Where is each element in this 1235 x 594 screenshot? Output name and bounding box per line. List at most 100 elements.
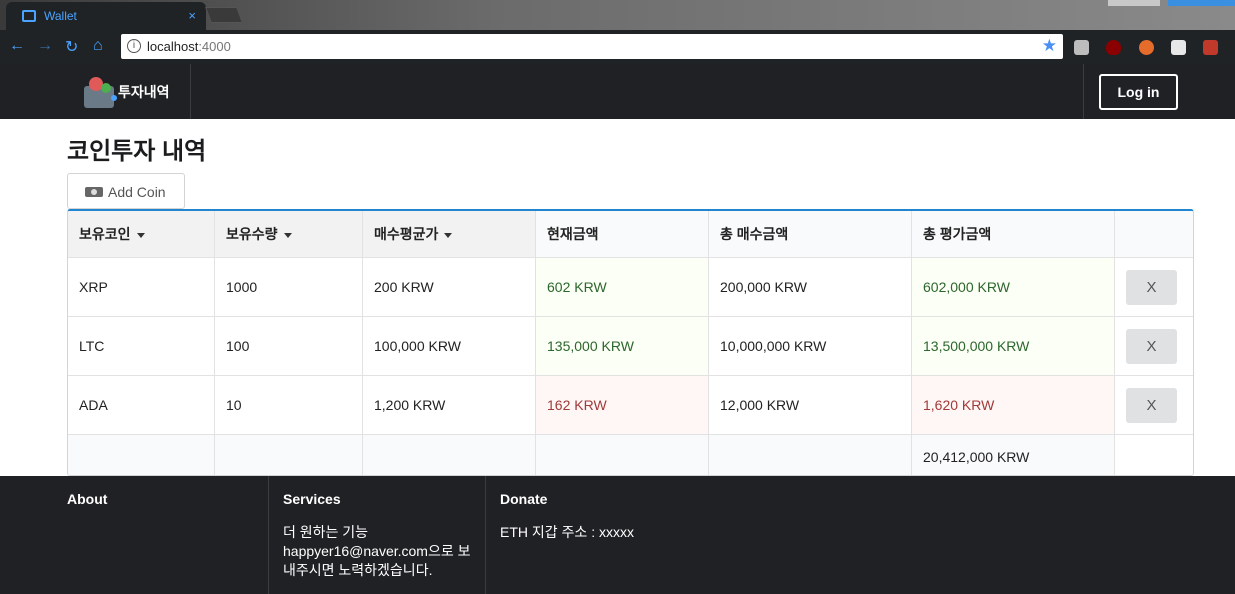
add-coin-label: Add Coin bbox=[108, 184, 166, 200]
cell-qty: 10 bbox=[215, 376, 363, 434]
totals-empty-cell bbox=[215, 435, 363, 475]
table-row: XRP 1000 200 KRW 602 KRW 200,000 KRW 602… bbox=[68, 257, 1193, 316]
coin-total-buy: 12,000 KRW bbox=[720, 397, 800, 413]
delete-row-button[interactable]: X bbox=[1126, 329, 1177, 364]
extension-icon-4[interactable] bbox=[1171, 40, 1186, 55]
bookmark-star-icon[interactable]: ★ bbox=[1042, 36, 1057, 56]
header-total-buy-label: 총 매수금액 bbox=[720, 226, 789, 242]
coin-total-buy: 200,000 KRW bbox=[720, 279, 807, 295]
sort-caret-icon bbox=[283, 232, 292, 238]
page-title: 코인투자 내역 bbox=[67, 138, 207, 165]
wallet-icon bbox=[22, 10, 36, 22]
header-total-eval[interactable]: 총 평가금액 bbox=[912, 211, 1115, 257]
cell-total-eval: 1,620 KRW bbox=[912, 376, 1115, 434]
brand-link[interactable]: 투자내역 bbox=[84, 76, 190, 108]
services-line: 내주시면 노력하겠습니다. bbox=[283, 562, 433, 578]
nav-divider bbox=[1083, 64, 1084, 119]
coin-total-eval: 602,000 KRW bbox=[923, 279, 1010, 295]
cell-current: 135,000 KRW bbox=[536, 317, 709, 375]
footer-services-title: Services bbox=[283, 491, 341, 507]
header-current-label: 현재금액 bbox=[547, 226, 599, 242]
cell-coin: LTC bbox=[68, 317, 215, 375]
close-window-button[interactable] bbox=[1168, 0, 1235, 6]
extension-icon-5[interactable] bbox=[1203, 40, 1218, 55]
minimize-button[interactable] bbox=[1108, 0, 1160, 6]
url-port: :4000 bbox=[198, 39, 231, 54]
coin-current-price: 135,000 KRW bbox=[547, 338, 634, 354]
coin-qty: 1000 bbox=[226, 279, 258, 295]
forward-arrow-icon[interactable]: → bbox=[37, 37, 53, 55]
header-qty[interactable]: 보유수량 bbox=[215, 211, 363, 257]
money-icon bbox=[85, 187, 103, 197]
coin-name: LTC bbox=[79, 338, 105, 354]
footer-donate-title: Donate bbox=[500, 491, 548, 507]
coin-current-price: 602 KRW bbox=[547, 279, 607, 295]
totals-empty-cell bbox=[709, 435, 912, 475]
cell-total-buy: 200,000 KRW bbox=[709, 258, 912, 316]
coin-avg-price: 200 KRW bbox=[374, 279, 434, 295]
coin-qty: 100 bbox=[226, 338, 250, 354]
footer-donate-text: ETH 지갑 주소 : xxxxx bbox=[500, 524, 634, 540]
footer-services-text: 더 원하는 기능 happyer16@naver.com으로 보 내주시면 노력… bbox=[283, 523, 471, 580]
header-total-eval-label: 총 평가금액 bbox=[923, 226, 992, 242]
header-coin-label: 보유코인 bbox=[79, 226, 131, 242]
coin-total-eval: 13,500,000 KRW bbox=[923, 338, 1030, 354]
cell-total-eval: 602,000 KRW bbox=[912, 258, 1115, 316]
header-current[interactable]: 현재금액 bbox=[536, 211, 709, 257]
cell-actions: X bbox=[1115, 258, 1193, 316]
delete-row-button[interactable]: X bbox=[1126, 388, 1177, 423]
holdings-table: 보유코인 보유수량 매수평균가 현재금액 총 매수금액 총 평가금액 XRP 1… bbox=[67, 209, 1194, 476]
header-avg-label: 매수평균가 bbox=[374, 226, 439, 242]
ublock-icon[interactable] bbox=[1106, 40, 1121, 55]
info-icon[interactable]: i bbox=[127, 39, 141, 53]
browser-tab[interactable]: Wallet × bbox=[6, 2, 206, 30]
footer-about-title: About bbox=[67, 491, 108, 507]
cell-current: 602 KRW bbox=[536, 258, 709, 316]
app-navbar: 투자내역 Log in bbox=[0, 64, 1235, 119]
cell-total-buy: 12,000 KRW bbox=[709, 376, 912, 434]
cell-avg: 200 KRW bbox=[363, 258, 536, 316]
extension-icon-3[interactable] bbox=[1139, 40, 1154, 55]
header-total-buy[interactable]: 총 매수금액 bbox=[709, 211, 912, 257]
cell-coin: XRP bbox=[68, 258, 215, 316]
cell-coin: ADA bbox=[68, 376, 215, 434]
tab-title: Wallet bbox=[44, 9, 77, 23]
totals-eval-sum-cell: 20,412,000 KRW bbox=[912, 435, 1115, 475]
url-host: localhost bbox=[147, 39, 199, 54]
cell-actions: X bbox=[1115, 317, 1193, 375]
table-totals-row: 20,412,000 KRW bbox=[68, 434, 1193, 475]
services-line: happyer16@naver.com으로 보 bbox=[283, 543, 471, 559]
footer-divider bbox=[268, 476, 269, 594]
table-row: ADA 10 1,200 KRW 162 KRW 12,000 KRW 1,62… bbox=[68, 375, 1193, 434]
url-text: localhost:4000 bbox=[147, 39, 231, 54]
total-eval-sum: 20,412,000 KRW bbox=[923, 448, 1030, 465]
cell-qty: 100 bbox=[215, 317, 363, 375]
new-tab-button[interactable] bbox=[205, 7, 243, 23]
header-actions bbox=[1115, 211, 1193, 257]
cell-total-eval: 13,500,000 KRW bbox=[912, 317, 1115, 375]
extension-icon-1[interactable] bbox=[1074, 40, 1089, 55]
cell-avg: 100,000 KRW bbox=[363, 317, 536, 375]
footer-divider bbox=[485, 476, 486, 594]
coin-avg-price: 1,200 KRW bbox=[374, 397, 446, 413]
cell-total-buy: 10,000,000 KRW bbox=[709, 317, 912, 375]
table-row: LTC 100 100,000 KRW 135,000 KRW 10,000,0… bbox=[68, 316, 1193, 375]
delete-row-button[interactable]: X bbox=[1126, 270, 1177, 305]
nav-divider bbox=[190, 64, 191, 119]
coin-qty: 10 bbox=[226, 397, 242, 413]
coin-total-buy: 10,000,000 KRW bbox=[720, 338, 827, 354]
header-avg[interactable]: 매수평균가 bbox=[363, 211, 536, 257]
back-arrow-icon[interactable]: ← bbox=[9, 37, 25, 55]
browser-toolbar: ← → ↻ ⌂ i localhost:4000 ★ bbox=[0, 30, 1235, 64]
url-field[interactable]: i localhost:4000 ★ bbox=[121, 34, 1063, 59]
header-qty-label: 보유수량 bbox=[226, 226, 278, 242]
add-coin-button[interactable]: Add Coin bbox=[67, 173, 185, 209]
header-coin[interactable]: 보유코인 bbox=[68, 211, 215, 257]
reload-icon[interactable]: ↻ bbox=[65, 37, 78, 57]
tab-close-icon[interactable]: × bbox=[188, 8, 196, 23]
login-button[interactable]: Log in bbox=[1099, 74, 1178, 110]
services-line: 더 원하는 기능 bbox=[283, 524, 369, 540]
home-icon[interactable]: ⌂ bbox=[93, 37, 103, 55]
table-header: 보유코인 보유수량 매수평균가 현재금액 총 매수금액 총 평가금액 bbox=[68, 211, 1193, 257]
coin-current-price: 162 KRW bbox=[547, 397, 607, 413]
